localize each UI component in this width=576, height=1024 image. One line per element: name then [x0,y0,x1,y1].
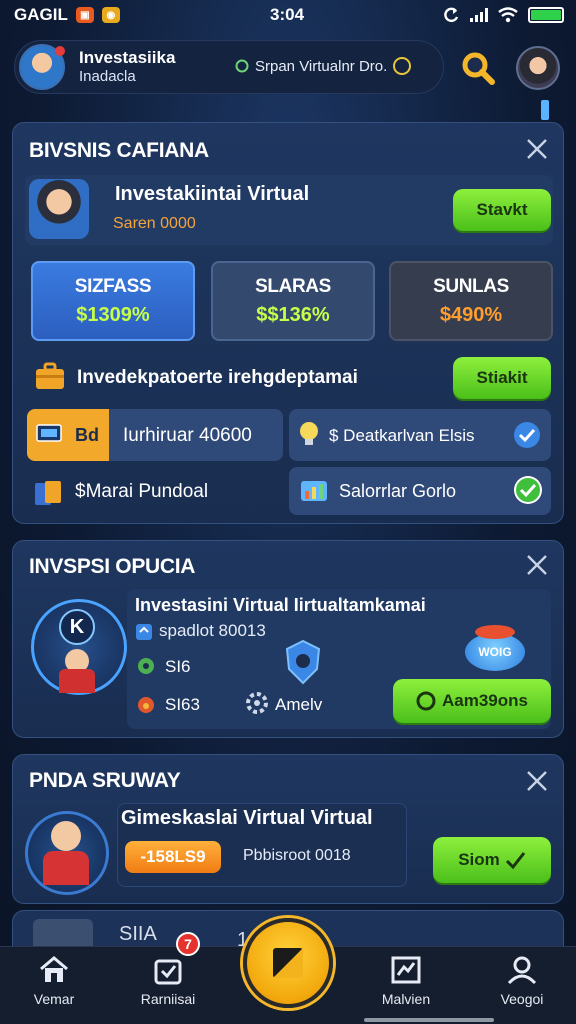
nav-item-portfolio[interactable]: Rarniisai [118,947,218,1024]
option-line-1: spadlot 80013 [159,621,266,640]
nav-item-home[interactable]: Vemar [4,947,104,1024]
person-body-icon [43,851,89,885]
shield-icon [285,639,321,685]
option-line-3: SI63 [165,695,200,714]
invest-heading: Invedekpatoerte irehgdeptamai [77,367,358,388]
person-head-icon [51,821,81,851]
investment-options-card: INVSPSI OPUCIA K Investasini Virtual Iir… [12,540,564,738]
clock: 3:04 [270,5,305,24]
avatar-badge [55,46,65,56]
start-button[interactable]: Stavkt [453,189,551,231]
nav-item-profile[interactable]: Veogoi [472,947,572,1024]
gear-green-icon [138,658,154,674]
check-mark-icon [505,852,525,870]
portfolio-icon [154,959,182,985]
play-circle-icon [416,691,436,711]
survey-card: PNDA SRUWAY Gimeskaslai Virtual Virtual … [12,754,564,904]
option-line-2: SI6 [165,657,191,676]
center-action-icon [273,948,303,978]
amount-tag-label: Bd [75,425,99,445]
k-icon: K [59,609,95,645]
stat-label: SIZFASS [74,275,152,297]
stat-value: $490% [439,303,503,326]
coin-icon [235,59,249,73]
profile-avatar[interactable] [516,46,560,90]
user-subtitle: Inadacla [79,68,136,85]
digital-text: $ Deatkarlvan Elsis [329,426,475,445]
signal-icon [470,8,488,22]
search-icon[interactable] [460,50,496,86]
options-action-button[interactable]: Aam39ons [393,679,551,723]
account-header[interactable]: Investasiika Inadacla Srpan Virtualnr Dr… [14,40,444,94]
nav-item-market[interactable]: Malvien [356,947,456,1024]
card-title: INVSPSI OPUCIA [29,555,196,578]
user-avatar[interactable] [19,44,65,90]
settings-icon [246,692,268,714]
check-green-icon[interactable] [513,475,543,505]
badge-cap-icon [475,625,515,639]
option-line-4: Amelv [275,695,323,714]
investor-avatar [29,179,89,239]
person-body-icon [59,669,95,693]
close-icon[interactable] [525,769,549,793]
user-name: Investasiika [79,48,176,67]
home-indicator [364,1018,494,1022]
options-action-label: Aam39ons [442,691,528,710]
profile-icon [507,956,537,985]
battery-icon [528,7,564,23]
survey-detail: Pbbisroot 0018 [243,847,351,864]
scroll-indicator [541,100,549,120]
notification-app-icon: ▣ [75,7,94,23]
survey-action-label: Siom [458,850,500,869]
stat-label: SLARAS [255,275,331,297]
card-title: PNDA SRUWAY [29,769,181,792]
profile-title: Investakiintai Virtual [115,183,310,205]
nav-label: Malvien [381,991,431,1007]
solar-text: Salorrlar Gorlo [339,481,457,501]
nav-label: Vemar [33,991,75,1007]
stat-card-3[interactable]: SUNLAS $490% [389,261,553,341]
check-blue-icon[interactable] [513,421,541,449]
invest-start-button[interactable]: Stiakit [453,357,551,399]
center-action-button[interactable] [243,918,333,1008]
clock-icon [393,57,412,75]
stat-card-2[interactable]: SLARAS $$136% [211,261,375,341]
notification-badge: 7 [176,932,200,956]
survey-heading: Gimeskaslai Virtual Virtual [121,807,373,829]
lightbulb-icon [300,422,318,445]
nav-label: Rarniisai [140,991,196,1007]
nav-label: Veogoi [500,991,544,1007]
business-card: BIVSNIS CAFIANA Investakiintai Virtual S… [12,122,564,524]
stat-card-1[interactable]: SIZFASS $1309% [31,261,195,341]
close-icon[interactable] [525,553,549,577]
sync-icon [444,7,459,23]
balance-display: Srpan Virtualnr Dro. [235,57,412,75]
home-icon [40,956,68,982]
wifi-icon [498,7,518,23]
manual-fund-text: $Marai Pundoal [75,481,209,502]
notification-app-icon-2: ◉ [101,7,120,23]
status-bar: GAGIL ▣ ◉ 3:04 [0,0,576,30]
close-icon[interactable] [525,137,549,161]
profile-subtitle: Saren 0000 [113,215,196,232]
survey-price-tag[interactable]: -158LS9 [125,841,221,873]
balance-text: Srpan Virtualnr Dro. [255,57,388,75]
card-title: BIVSNIS CAFIANA [29,139,209,162]
flame-icon [138,697,154,713]
stat-value: $$136% [256,303,330,326]
survey-action-button[interactable]: Siom [433,837,551,883]
stat-value: $1309% [76,303,150,326]
peek-label: SIIA [119,923,157,945]
amount-text: Iurhiruar 40600 [123,425,252,446]
chart-icon [301,481,327,501]
folders-icon [35,481,61,505]
briefcase-icon [36,362,64,389]
market-icon [391,956,421,984]
option-heading: Investasini Virtual Iirtualtamkamai [135,595,426,615]
ticket-icon [136,624,152,640]
stat-label: SUNLAS [433,275,509,297]
carrier-name: GAGIL [14,5,68,24]
monitor-icon [36,424,62,442]
